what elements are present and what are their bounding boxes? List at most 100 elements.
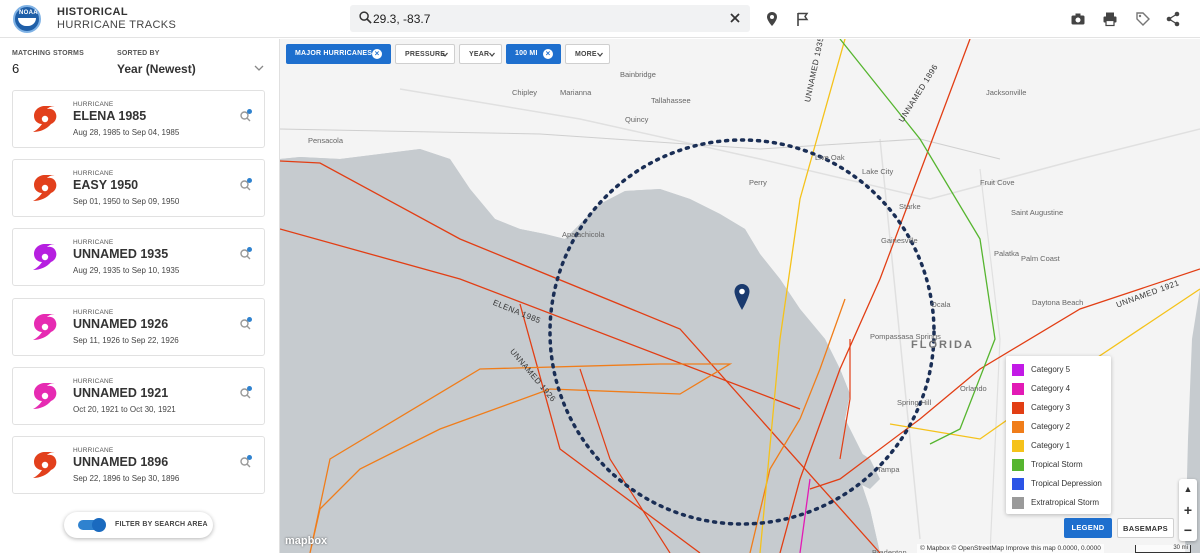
- flag-icon[interactable]: [795, 11, 811, 27]
- location-pin-icon[interactable]: [764, 11, 780, 27]
- storm-dates: Sep 01, 1950 to Sep 09, 1950: [73, 197, 180, 206]
- city-label: Saint Augustine: [1011, 208, 1064, 217]
- hurricane-icon: [33, 314, 57, 340]
- storm-type: HURRICANE: [73, 170, 114, 177]
- storm-card[interactable]: HURRICANE UNNAMED 1896 Sep 22, 1896 to Sep…: [12, 436, 265, 494]
- city-label: Marianna: [560, 88, 592, 97]
- map-canvas[interactable]: FLORIDA Bainbridge Chipley Marianna Tallahas…: [280, 39, 1200, 553]
- filter-chip-radius[interactable]: 100 MI ×: [506, 44, 561, 64]
- storm-card[interactable]: HURRICANE UNNAMED 1935 Aug 29, 1935 to Sep…: [12, 228, 265, 286]
- search-location-pin-icon[interactable]: [733, 283, 751, 311]
- basemaps-button[interactable]: BASEMAPS: [1117, 518, 1174, 538]
- filter-label: FILTER BY SEARCH AREA: [115, 521, 208, 528]
- legend-label: Extratropical Storm: [1031, 498, 1100, 507]
- storm-dates: Sep 11, 1926 to Sep 22, 1926: [73, 336, 179, 345]
- legend-swatch: [1012, 402, 1024, 414]
- share-icon[interactable]: [1165, 11, 1181, 27]
- results-sidebar: MATCHING STORMS 6 SORTED BY Year (Newest…: [0, 39, 280, 553]
- storm-name: UNNAMED 1896: [73, 455, 169, 469]
- legend-swatch: [1012, 383, 1024, 395]
- chip-label: MORE: [575, 51, 597, 58]
- matching-storms-count: 6: [12, 61, 20, 76]
- legend-label: Category 5: [1031, 365, 1071, 374]
- tag-icon[interactable]: [1135, 11, 1151, 27]
- city-label: Palm Coast: [1021, 254, 1060, 263]
- legend-button[interactable]: LEGEND: [1064, 518, 1112, 538]
- filter-chip-pressure[interactable]: PRESSURE: [395, 44, 455, 64]
- storm-card[interactable]: HURRICANE EASY 1950 Sep 01, 1950 to Sep 09…: [12, 159, 265, 217]
- chevron-down-icon: [442, 52, 448, 57]
- map-attribution[interactable]: © Mapbox © OpenStreetMap Improve this ma…: [917, 544, 1104, 553]
- legend-swatch: [1012, 421, 1024, 433]
- sort-select[interactable]: Year (Newest): [117, 62, 196, 76]
- city-label: Daytona Beach: [1032, 298, 1084, 307]
- storm-card[interactable]: HURRICANE ELENA 1985 Aug 28, 1985 to Sep 0…: [12, 90, 265, 148]
- mapbox-logo[interactable]: mapbox: [285, 535, 327, 547]
- hurricane-icon: [33, 452, 57, 478]
- city-label: Ocala: [931, 300, 951, 309]
- zoom-to-storm-icon[interactable]: [239, 316, 253, 330]
- city-label: Orlando: [960, 384, 987, 393]
- chip-label: PRESSURE: [405, 51, 446, 58]
- city-label: Gainesville: [881, 236, 918, 245]
- zoom-to-storm-icon[interactable]: [239, 385, 253, 399]
- filter-chip-more[interactable]: MORE: [565, 44, 610, 64]
- zoom-to-storm-icon[interactable]: [239, 177, 253, 191]
- storm-name: UNNAMED 1935: [73, 247, 169, 261]
- remove-chip-icon[interactable]: ×: [543, 49, 553, 59]
- logo-text: NOAA: [19, 10, 38, 16]
- print-icon[interactable]: [1102, 11, 1118, 27]
- close-icon[interactable]: [729, 12, 741, 24]
- city-label: Starke: [899, 202, 921, 211]
- storm-name: UNNAMED 1921: [73, 386, 169, 400]
- map-navigation-control: ▲ + −: [1179, 479, 1197, 541]
- storm-card[interactable]: HURRICANE UNNAMED 1926 Sep 11, 1926 to Sep…: [12, 298, 265, 356]
- storm-dates: Oct 20, 1921 to Oct 30, 1921: [73, 405, 176, 414]
- zoom-in-button[interactable]: +: [1179, 500, 1197, 520]
- city-label: Lake City: [862, 167, 894, 176]
- filter-chip-year[interactable]: YEAR: [459, 44, 502, 64]
- camera-icon[interactable]: [1070, 11, 1086, 27]
- storm-type: HURRICANE: [73, 239, 114, 246]
- city-label: Quincy: [625, 115, 649, 124]
- city-label: Palatka: [994, 249, 1020, 258]
- chevron-down-icon[interactable]: [254, 64, 264, 72]
- filter-by-search-area-toggle[interactable]: FILTER BY SEARCH AREA: [64, 512, 213, 538]
- city-label: Apalachicola: [562, 230, 605, 239]
- city-label: Fruit Cove: [980, 178, 1015, 187]
- storm-type: HURRICANE: [73, 447, 114, 454]
- storm-dates: Sep 22, 1896 to Sep 30, 1896: [73, 474, 180, 483]
- city-label: Perry: [749, 178, 767, 187]
- hurricane-icon: [33, 244, 57, 270]
- storm-name: EASY 1950: [73, 178, 139, 192]
- zoom-out-button[interactable]: −: [1179, 520, 1197, 540]
- legend-swatch: [1012, 364, 1024, 376]
- chip-label: 100 MI: [515, 50, 538, 57]
- zoom-to-storm-icon[interactable]: [239, 108, 253, 122]
- chip-label: YEAR: [469, 51, 490, 58]
- toggle-knob[interactable]: [92, 518, 106, 532]
- zoom-to-storm-icon[interactable]: [239, 454, 253, 468]
- search-input[interactable]: [373, 8, 713, 29]
- storm-type: HURRICANE: [73, 101, 114, 108]
- zoom-to-storm-icon[interactable]: [239, 246, 253, 260]
- filter-chip-major-hurricanes[interactable]: MAJOR HURRICANES ×: [286, 44, 391, 64]
- city-label: Bainbridge: [620, 70, 656, 79]
- legend-label: Tropical Storm: [1031, 460, 1083, 469]
- city-label: Chipley: [512, 88, 538, 97]
- app-title-line2: HURRICANE TRACKS: [57, 19, 177, 31]
- remove-chip-icon[interactable]: ×: [372, 49, 382, 59]
- hurricane-icon: [33, 383, 57, 409]
- hurricane-icon: [33, 106, 57, 132]
- noaa-logo: NOAA: [13, 5, 41, 33]
- compass-button[interactable]: ▲: [1179, 479, 1197, 499]
- app-header: NOAA HISTORICAL HURRICANE TRACKS: [0, 0, 1200, 38]
- city-label: Live Oak: [815, 153, 845, 162]
- storm-type: HURRICANE: [73, 378, 114, 385]
- storm-type: HURRICANE: [73, 309, 114, 316]
- map-legend: Category 5 Category 4 Category 3 Category 2…: [1006, 356, 1111, 514]
- city-label: Spring Hill: [897, 398, 932, 407]
- legend-label: Category 4: [1031, 384, 1071, 393]
- storm-card[interactable]: HURRICANE UNNAMED 1921 Oct 20, 1921 to Oct…: [12, 367, 265, 425]
- matching-storms-label: MATCHING STORMS: [12, 50, 84, 57]
